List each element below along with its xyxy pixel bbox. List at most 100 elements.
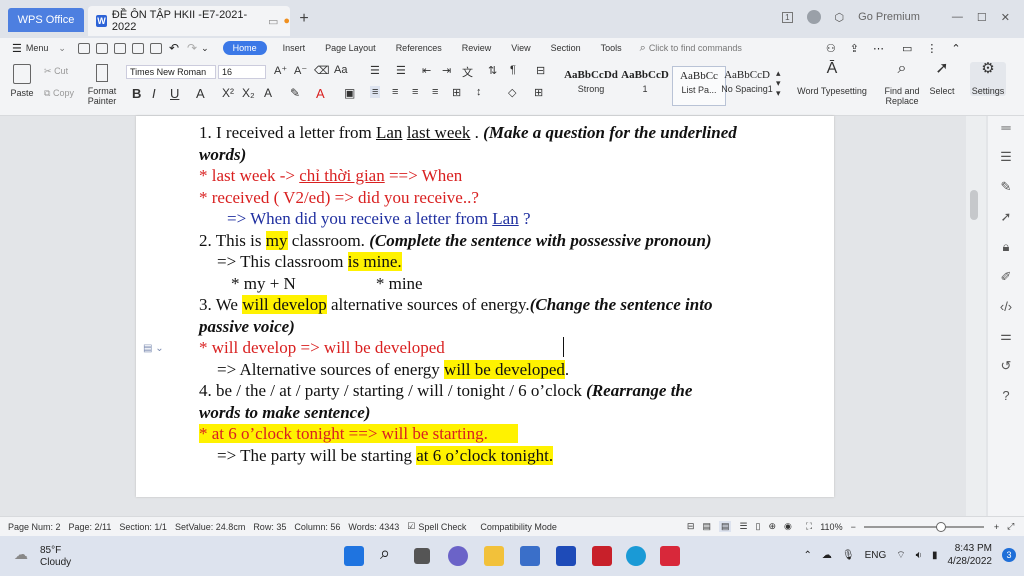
document-page[interactable]: 1. I received a letter from Lan last wee… <box>136 116 834 497</box>
lock-icon[interactable]: 🔒︎ <box>1003 239 1010 255</box>
list-view-icon[interactable]: ☰ <box>739 521 747 532</box>
file-explorer-icon[interactable] <box>484 546 504 566</box>
eye-protection-icon[interactable]: ◉ <box>784 521 792 532</box>
vertical-scrollbar[interactable] <box>966 116 986 516</box>
style-strong[interactable]: AaBbCcDd Strong <box>564 66 618 106</box>
decrease-indent-icon[interactable]: ⇤ <box>422 64 431 77</box>
tab-view[interactable]: View <box>501 43 540 53</box>
read-mode-icon[interactable]: ▯ <box>756 521 761 532</box>
go-premium-link[interactable]: Go Premium <box>858 11 920 23</box>
paragraph-handle-icon[interactable]: ▤ ⌄ <box>143 343 164 354</box>
undo-icon[interactable]: ↶ <box>169 41 179 55</box>
fullscreen-icon[interactable]: ⤢ <box>1007 521 1014 532</box>
subscript-icon[interactable]: X₂ <box>242 86 255 100</box>
status-page-num[interactable]: Page Num: 2 <box>8 522 61 532</box>
font-size-select[interactable]: 16 <box>218 65 266 79</box>
zoom-out-icon[interactable]: − <box>851 522 856 532</box>
pen-app-icon[interactable] <box>556 546 576 566</box>
zoom-in-icon[interactable]: + <box>994 522 999 532</box>
fit-page-icon[interactable]: ⛶ <box>806 521 812 532</box>
font-name-select[interactable]: Times New Roman <box>126 65 216 79</box>
document-body[interactable]: 1. I received a letter from Lan last wee… <box>199 122 819 466</box>
volume-icon[interactable]: 🔉︎ <box>916 550 922 561</box>
distributed-icon[interactable]: ⊞ <box>452 86 461 99</box>
numbering-icon[interactable]: ☰ <box>396 64 406 77</box>
tab-insert[interactable]: Insert <box>273 43 316 53</box>
avatar[interactable] <box>806 10 821 24</box>
style-no-spacing[interactable]: AaBbCcD No Spacing1 <box>720 66 774 106</box>
history-icon[interactable]: ↺ <box>1001 358 1012 374</box>
taskbar-search-icon[interactable]: ⌕ <box>380 543 400 563</box>
tab-monitor-icon[interactable]: ▭ <box>268 15 278 28</box>
strikethrough-icon[interactable]: A <box>196 86 205 101</box>
underline-icon[interactable]: U <box>170 86 179 101</box>
borders-icon[interactable]: ⊞ <box>534 86 543 99</box>
word-typesetting-button[interactable]: Ā Word Typesetting <box>796 61 868 97</box>
adjust-icon[interactable]: ⚌ <box>1000 328 1012 344</box>
tab-page-layout[interactable]: Page Layout <box>315 43 386 53</box>
more-chevron-icon[interactable]: ⌄ <box>201 43 209 54</box>
tray-expand-icon[interactable]: ⌃ <box>804 550 812 561</box>
change-case-icon[interactable]: Aa <box>334 64 347 76</box>
cut-button[interactable]: ✂ Cut <box>44 66 68 76</box>
document-tab[interactable]: W ĐỀ ÔN TẬP HKII -E7-2021-2022 ▭ ● <box>88 6 290 36</box>
print-layout-icon[interactable]: ▤ <box>718 521 732 532</box>
menu-button[interactable]: Menu <box>22 43 59 53</box>
outline-view-icon[interactable]: ⊟ <box>687 521 695 532</box>
line-spacing-icon[interactable]: ↕ <box>476 86 482 98</box>
spell-check-button[interactable]: Spell Check <box>418 522 466 532</box>
tab-review[interactable]: Review <box>452 43 502 53</box>
minimize-icon[interactable]: — <box>952 11 963 23</box>
bullets-icon[interactable]: ☰ <box>370 64 380 77</box>
tab-section[interactable]: Section <box>541 43 591 53</box>
scrollbar-thumb[interactable] <box>970 190 978 220</box>
menu-more-icon[interactable]: ⋮ <box>926 42 937 55</box>
save-icon[interactable] <box>95 42 108 54</box>
sidebar-handle-icon[interactable]: ═ <box>1001 120 1010 135</box>
align-left-icon[interactable]: ≡ <box>370 86 381 98</box>
print-icon[interactable] <box>131 42 144 54</box>
italic-icon[interactable]: I <box>152 86 156 101</box>
tab-tools[interactable]: Tools <box>591 43 632 53</box>
style-panel-icon[interactable]: ☰ <box>1000 149 1012 165</box>
superscript-icon[interactable]: X² <box>222 86 234 100</box>
web-layout-icon[interactable]: ⊕ <box>769 521 777 532</box>
open-folder-icon[interactable] <box>77 42 90 54</box>
zoom-slider-thumb[interactable] <box>935 521 946 532</box>
comment-icon[interactable]: ▭ <box>902 42 912 55</box>
style-list-paragraph[interactable]: AaBbCc List Pa... <box>672 66 726 106</box>
select-pointer-icon[interactable]: ➚ <box>1001 209 1012 225</box>
cloud-tray-icon[interactable]: ☁ <box>822 550 832 561</box>
select-button[interactable]: ➚ Select <box>926 61 958 97</box>
char-border-icon[interactable]: ▣ <box>344 86 355 100</box>
clock[interactable]: 8:43 PM 4/28/2022 <box>948 542 993 568</box>
task-view-icon[interactable] <box>414 548 430 564</box>
paragraph-mark-icon[interactable]: ¶ <box>510 64 516 76</box>
zoom-slider[interactable] <box>863 521 984 532</box>
sort-icon[interactable]: ⇅ <box>488 64 497 77</box>
more-tools-icon[interactable]: ⋯ <box>873 42 884 55</box>
settings-button[interactable]: ⚙ Settings <box>970 61 1006 96</box>
align-center-icon[interactable]: ≡ <box>392 86 398 98</box>
print-preview-icon[interactable] <box>149 42 162 54</box>
tab-stop-icon[interactable]: ⊟ <box>536 64 545 77</box>
chinese-layout-icon[interactable]: 文 <box>462 64 473 80</box>
font-color-icon[interactable]: A <box>316 86 325 101</box>
chevron-down-icon[interactable]: ⌄ <box>58 43 66 54</box>
hamburger-icon[interactable]: ☰ <box>12 42 22 55</box>
teams-icon[interactable] <box>448 546 468 566</box>
page-view-icon[interactable]: ▤ <box>702 521 711 532</box>
shading-icon[interactable]: ◇ <box>508 86 516 99</box>
tab-home[interactable]: Home <box>222 41 267 55</box>
maximize-icon[interactable]: ☐ <box>977 11 987 24</box>
help-icon[interactable]: ? <box>1002 388 1009 403</box>
edge-icon[interactable] <box>626 546 646 566</box>
paste-button[interactable]: Paste <box>8 64 36 98</box>
new-tab-button[interactable]: + <box>296 10 312 28</box>
edit-image-icon[interactable]: ✐ <box>1001 269 1012 285</box>
find-replace-button[interactable]: ⌕ Find and Replace <box>882 61 922 107</box>
zoom-level[interactable]: 110% <box>820 522 842 532</box>
status-page[interactable]: Page: 2/11 <box>69 522 112 532</box>
highlight-icon[interactable]: ✎ <box>290 86 300 100</box>
grow-font-icon[interactable]: A⁺ <box>274 64 287 77</box>
